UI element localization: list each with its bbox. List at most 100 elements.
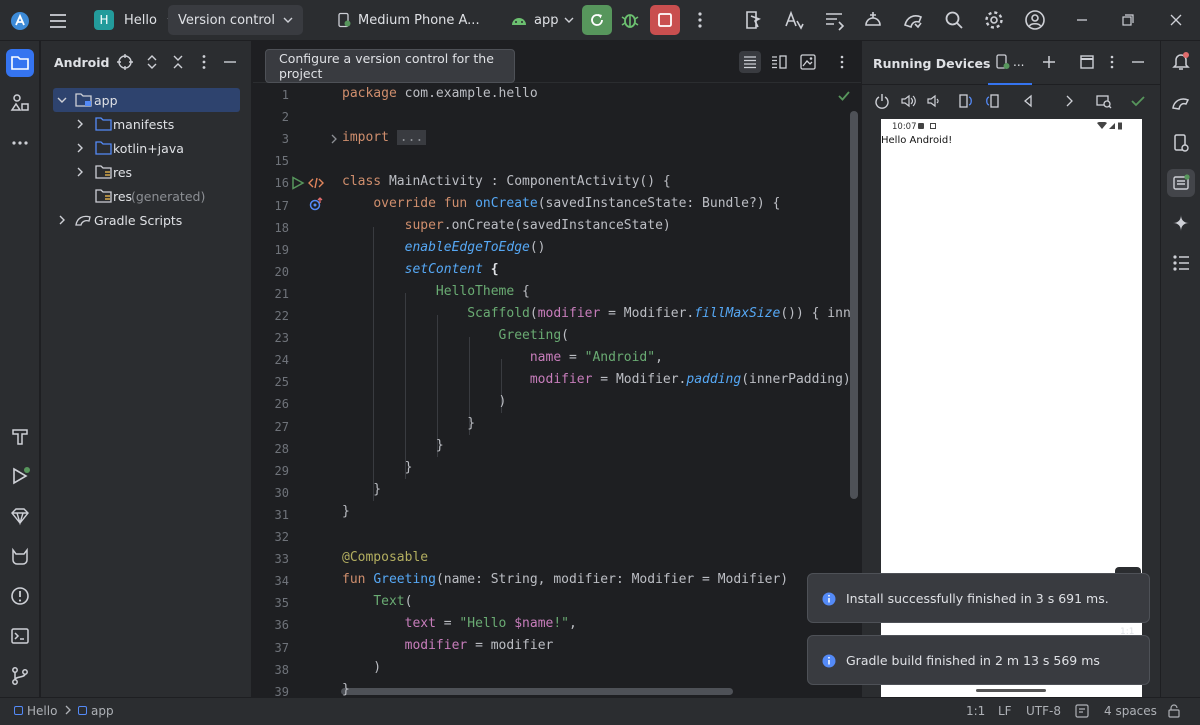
search-icon[interactable] xyxy=(943,9,965,31)
breadcrumb-module[interactable]: app xyxy=(91,704,114,718)
power-icon[interactable] xyxy=(874,93,890,109)
code-editor[interactable]: Configure a version control for the proj… xyxy=(252,41,861,699)
rotate-left-icon[interactable] xyxy=(958,93,974,109)
run-tool-icon[interactable] xyxy=(8,464,32,488)
check-icon[interactable] xyxy=(1130,93,1146,109)
main-menu-icon[interactable] xyxy=(48,0,68,41)
indent-setting[interactable]: 4 spaces xyxy=(1104,704,1157,718)
caret-position[interactable]: 1:1 xyxy=(966,704,985,718)
more-actions-icon[interactable] xyxy=(690,10,710,30)
split-view-icon[interactable] xyxy=(771,55,787,69)
back-icon[interactable] xyxy=(1020,93,1036,109)
close-window-icon[interactable] xyxy=(1166,10,1186,30)
build-hammer-icon[interactable] xyxy=(8,424,32,448)
horizontal-scrollbar[interactable] xyxy=(341,688,733,695)
inspection-ok-check-icon[interactable] xyxy=(837,89,851,103)
readonly-toggle-icon[interactable] xyxy=(1075,704,1089,718)
running-devices-panel: Running Devices ... 10:07 Hello Android!… xyxy=(807,41,1161,697)
tree-item-kotlin-java[interactable]: kotlin+java xyxy=(41,136,251,160)
options-more-icon[interactable] xyxy=(195,53,213,71)
running-devices-tool-button[interactable] xyxy=(1167,169,1195,197)
tree-item-res[interactable]: res xyxy=(41,160,251,184)
left-tool-strip xyxy=(0,41,40,697)
add-device-icon[interactable] xyxy=(1041,54,1057,70)
device-manager-icon[interactable] xyxy=(743,9,765,31)
hide-panel-icon[interactable] xyxy=(221,53,239,71)
code-tag-icon[interactable] xyxy=(308,176,324,190)
tree-label: res xyxy=(113,189,133,204)
tree-item-gradle-scripts[interactable]: Gradle Scripts xyxy=(41,208,251,232)
install-notification[interactable]: Install successfully finished in 3 s 691… xyxy=(807,573,1150,623)
project-tool-button[interactable] xyxy=(6,49,34,77)
line-separator[interactable]: LF xyxy=(998,704,1012,718)
run-gutter-icon[interactable] xyxy=(291,176,305,190)
code-line: name = "Android", xyxy=(529,350,663,365)
gem-icon[interactable] xyxy=(8,504,32,528)
minimize-window-icon[interactable] xyxy=(1072,10,1092,30)
notifications-bell-icon[interactable] xyxy=(1169,49,1193,73)
sdk-manager-icon[interactable] xyxy=(862,9,884,31)
tree-label-extra: (generated) xyxy=(131,189,206,204)
version-control-button[interactable]: Version control xyxy=(168,5,303,35)
hide-panel-icon[interactable] xyxy=(1130,54,1146,70)
collapse-all-icon[interactable] xyxy=(169,53,187,71)
vertical-scrollbar[interactable] xyxy=(850,111,858,499)
terminal-icon[interactable] xyxy=(8,624,32,648)
rotate-right-icon[interactable] xyxy=(984,93,1000,109)
logcat-icon[interactable] xyxy=(823,9,845,31)
line-number: 27 xyxy=(274,419,289,434)
line-number: 28 xyxy=(274,441,289,456)
resource-manager-icon[interactable] xyxy=(8,91,32,115)
volume-up-icon[interactable] xyxy=(900,93,916,109)
lock-icon[interactable] xyxy=(1167,704,1181,718)
translate-icon[interactable] xyxy=(783,9,805,31)
locate-target-icon[interactable] xyxy=(116,53,134,71)
code-line: class MainActivity : ComponentActivity()… xyxy=(342,174,671,189)
device-tab-label: ... xyxy=(1013,55,1025,69)
more-tools-icon[interactable] xyxy=(8,131,32,155)
code-line: Text( xyxy=(373,594,413,609)
tree-item-res-generated[interactable]: res (generated) xyxy=(41,184,251,208)
tree-item-manifests[interactable]: manifests xyxy=(41,112,251,136)
chevron-right-icon[interactable] xyxy=(1061,93,1077,109)
override-method-icon[interactable] xyxy=(309,197,323,211)
editor-options-icon[interactable] xyxy=(834,54,850,70)
options-more-icon[interactable] xyxy=(1104,54,1120,70)
gesture-nav-bar[interactable] xyxy=(976,689,1046,692)
chevron-right-icon xyxy=(74,118,86,130)
gemini-sparkle-icon[interactable] xyxy=(1169,211,1193,235)
run-config-selector[interactable]: app xyxy=(500,5,584,35)
structure-list-icon[interactable] xyxy=(1169,251,1193,275)
design-view-icon[interactable] xyxy=(800,54,816,70)
stop-button[interactable] xyxy=(650,5,680,35)
tree-label: kotlin+java xyxy=(113,141,184,156)
window-layout-icon[interactable] xyxy=(1079,54,1095,70)
project-view-title[interactable]: Android xyxy=(54,55,110,70)
gradle-icon[interactable] xyxy=(1169,91,1193,115)
tree-item-app[interactable]: app xyxy=(53,88,240,112)
studio-logo-icon[interactable] xyxy=(9,0,31,41)
debug-button[interactable] xyxy=(619,9,641,31)
device-selector[interactable]: Medium Phone A... xyxy=(326,5,490,35)
settings-gear-icon[interactable] xyxy=(983,9,1005,31)
problems-icon[interactable] xyxy=(8,584,32,608)
file-encoding[interactable]: UTF-8 xyxy=(1026,704,1061,718)
expand-all-icon[interactable] xyxy=(143,53,161,71)
account-avatar-icon[interactable] xyxy=(1024,9,1046,31)
line-number: 33 xyxy=(274,552,289,567)
git-branch-icon[interactable] xyxy=(8,664,32,688)
app-inspection-icon[interactable] xyxy=(8,544,32,568)
restore-window-icon[interactable] xyxy=(1118,10,1138,30)
gradle-notification[interactable]: Gradle build finished in 2 m 13 s 569 ms xyxy=(807,635,1150,685)
device-file-explorer-icon[interactable] xyxy=(1169,131,1193,155)
breadcrumb-project[interactable]: Hello xyxy=(27,704,57,718)
screenshot-icon[interactable] xyxy=(1096,93,1112,109)
volume-down-icon[interactable] xyxy=(926,93,942,109)
gradle-sync-icon[interactable] xyxy=(902,9,924,31)
rerun-button[interactable] xyxy=(582,5,612,35)
device-tab[interactable]: ... xyxy=(988,41,1032,85)
fold-chevron-icon[interactable] xyxy=(329,134,339,144)
code-view-icon[interactable] xyxy=(739,51,761,73)
chevron-right-icon xyxy=(74,142,86,154)
chevron-right-icon xyxy=(74,166,86,178)
